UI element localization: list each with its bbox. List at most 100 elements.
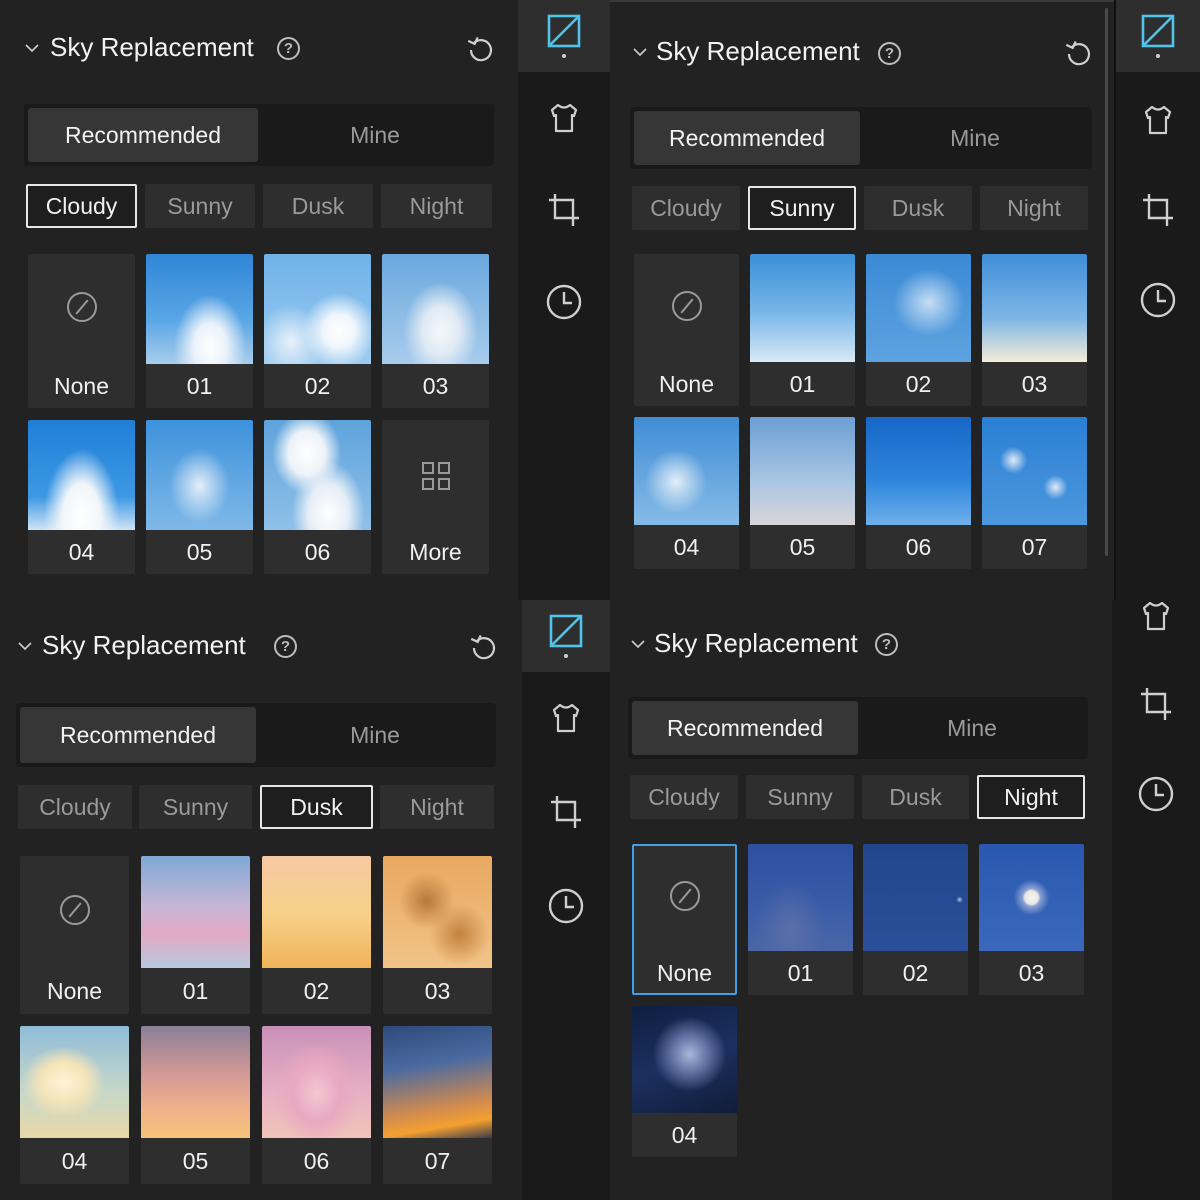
scrollbar[interactable] (1105, 8, 1108, 556)
chevron-down-icon[interactable] (630, 636, 646, 652)
sky-thumbnail (982, 417, 1087, 525)
tab-mine[interactable]: Mine (260, 108, 490, 162)
sky-thumbnail (28, 420, 135, 530)
tile-label: 07 (1021, 533, 1048, 560)
sky-tile[interactable]: 04 (20, 1026, 129, 1184)
tab-mine[interactable]: Mine (862, 111, 1088, 165)
tab-recommended[interactable]: Recommended (634, 111, 860, 165)
tool-crop[interactable] (522, 776, 610, 848)
sky-tile[interactable]: 05 (146, 420, 253, 574)
tool-adjust[interactable] (1116, 0, 1200, 72)
tile-label: 05 (789, 533, 816, 560)
tool-history[interactable] (518, 266, 610, 338)
category-sunny[interactable]: Sunny (746, 775, 854, 819)
reset-icon[interactable] (466, 34, 496, 64)
tool-shirt[interactable] (1116, 84, 1200, 156)
tool-history[interactable] (522, 870, 610, 942)
sky-tile[interactable]: 02 (866, 254, 971, 406)
tab-recommended[interactable]: Recommended (632, 701, 858, 755)
sky-tile-none[interactable]: None (634, 254, 739, 406)
reset-icon[interactable] (469, 632, 499, 662)
category-sunny[interactable]: Sunny (139, 785, 252, 829)
sky-tile[interactable]: 04 (634, 417, 739, 569)
sky-tile[interactable]: 01 (750, 254, 855, 406)
sky-tile[interactable]: 05 (141, 1026, 250, 1184)
active-dot (562, 54, 566, 58)
help-icon[interactable]: ? (277, 37, 300, 60)
category-sunny[interactable]: Sunny (748, 186, 856, 230)
tile-label: 03 (422, 372, 449, 399)
tile-label: 05 (182, 1147, 209, 1174)
sky-tile[interactable]: 05 (750, 417, 855, 569)
tab-mine[interactable]: Mine (258, 707, 492, 763)
tool-history[interactable] (1112, 758, 1200, 830)
sky-tile[interactable]: 02 (262, 856, 371, 1014)
sky-tile-none[interactable]: None (28, 254, 135, 408)
sky-tile[interactable]: 01 (146, 254, 253, 408)
category-dusk[interactable]: Dusk (263, 184, 373, 228)
reset-icon[interactable] (1064, 38, 1094, 68)
none-icon (671, 291, 702, 321)
tool-crop[interactable] (1116, 174, 1200, 246)
more-tile[interactable]: More (382, 420, 489, 574)
sky-tile-none[interactable]: None (20, 856, 129, 1014)
sky-tile[interactable]: 07 (383, 1026, 492, 1184)
sky-thumbnail (632, 1006, 737, 1113)
category-cloudy[interactable]: Cloudy (26, 184, 137, 228)
grid-icon (422, 462, 450, 490)
sky-tile-none[interactable]: None (632, 844, 737, 995)
sky-tile[interactable]: 06 (866, 417, 971, 569)
tool-history[interactable] (1116, 264, 1200, 336)
category-night[interactable]: Night (980, 186, 1088, 230)
tool-adjust[interactable] (518, 0, 610, 72)
sky-replacement-panel: Sky Replacement ? Recommended Mine Cloud… (0, 0, 518, 600)
tool-shirt[interactable] (518, 82, 610, 154)
sky-thumbnail (262, 856, 371, 968)
help-icon[interactable]: ? (274, 635, 297, 658)
tile-label: 02 (303, 977, 330, 1004)
tab-recommended[interactable]: Recommended (28, 108, 258, 162)
sky-tile[interactable]: 01 (141, 856, 250, 1014)
sky-tile[interactable]: 04 (632, 1006, 737, 1157)
help-icon[interactable]: ? (878, 42, 901, 65)
tab-mine[interactable]: Mine (860, 701, 1084, 755)
chevron-down-icon[interactable] (17, 638, 33, 654)
sky-tile[interactable]: 03 (383, 856, 492, 1014)
category-cloudy[interactable]: Cloudy (632, 186, 740, 230)
category-night[interactable]: Night (380, 785, 494, 829)
chevron-down-icon[interactable] (632, 44, 648, 60)
category-dusk[interactable]: Dusk (862, 775, 969, 819)
category-night[interactable]: Night (381, 184, 492, 228)
sky-thumbnail (146, 254, 253, 364)
sky-tile[interactable]: 03 (382, 254, 489, 408)
tile-label: 04 (671, 1121, 698, 1148)
sky-tile[interactable]: 02 (264, 254, 371, 408)
shirt-icon (1142, 601, 1170, 631)
panel-title: Sky Replacement (42, 630, 246, 660)
chevron-down-icon[interactable] (24, 40, 40, 56)
sky-tile[interactable]: 02 (863, 844, 968, 995)
category-cloudy[interactable]: Cloudy (18, 785, 132, 829)
category-night[interactable]: Night (977, 775, 1085, 819)
category-dusk[interactable]: Dusk (864, 186, 972, 230)
tool-adjust[interactable] (522, 600, 610, 672)
sky-tile[interactable]: 04 (28, 420, 135, 574)
sky-tile[interactable]: 03 (979, 844, 1084, 995)
sky-tile[interactable]: 07 (982, 417, 1087, 569)
category-dusk[interactable]: Dusk (260, 785, 373, 829)
history-icon (548, 888, 584, 924)
sky-thumbnail (750, 417, 855, 525)
tool-shirt[interactable] (522, 682, 610, 754)
help-icon[interactable]: ? (875, 633, 898, 656)
tool-shirt[interactable] (1112, 600, 1200, 652)
tile-label: 02 (304, 372, 331, 399)
category-cloudy[interactable]: Cloudy (630, 775, 738, 819)
tool-crop[interactable] (1112, 668, 1200, 740)
sky-tile[interactable]: 03 (982, 254, 1087, 406)
category-sunny[interactable]: Sunny (145, 184, 255, 228)
sky-tile[interactable]: 06 (264, 420, 371, 574)
sky-tile[interactable]: 06 (262, 1026, 371, 1184)
sky-tile[interactable]: 01 (748, 844, 853, 995)
tab-recommended[interactable]: Recommended (20, 707, 256, 763)
tool-crop[interactable] (518, 174, 610, 246)
